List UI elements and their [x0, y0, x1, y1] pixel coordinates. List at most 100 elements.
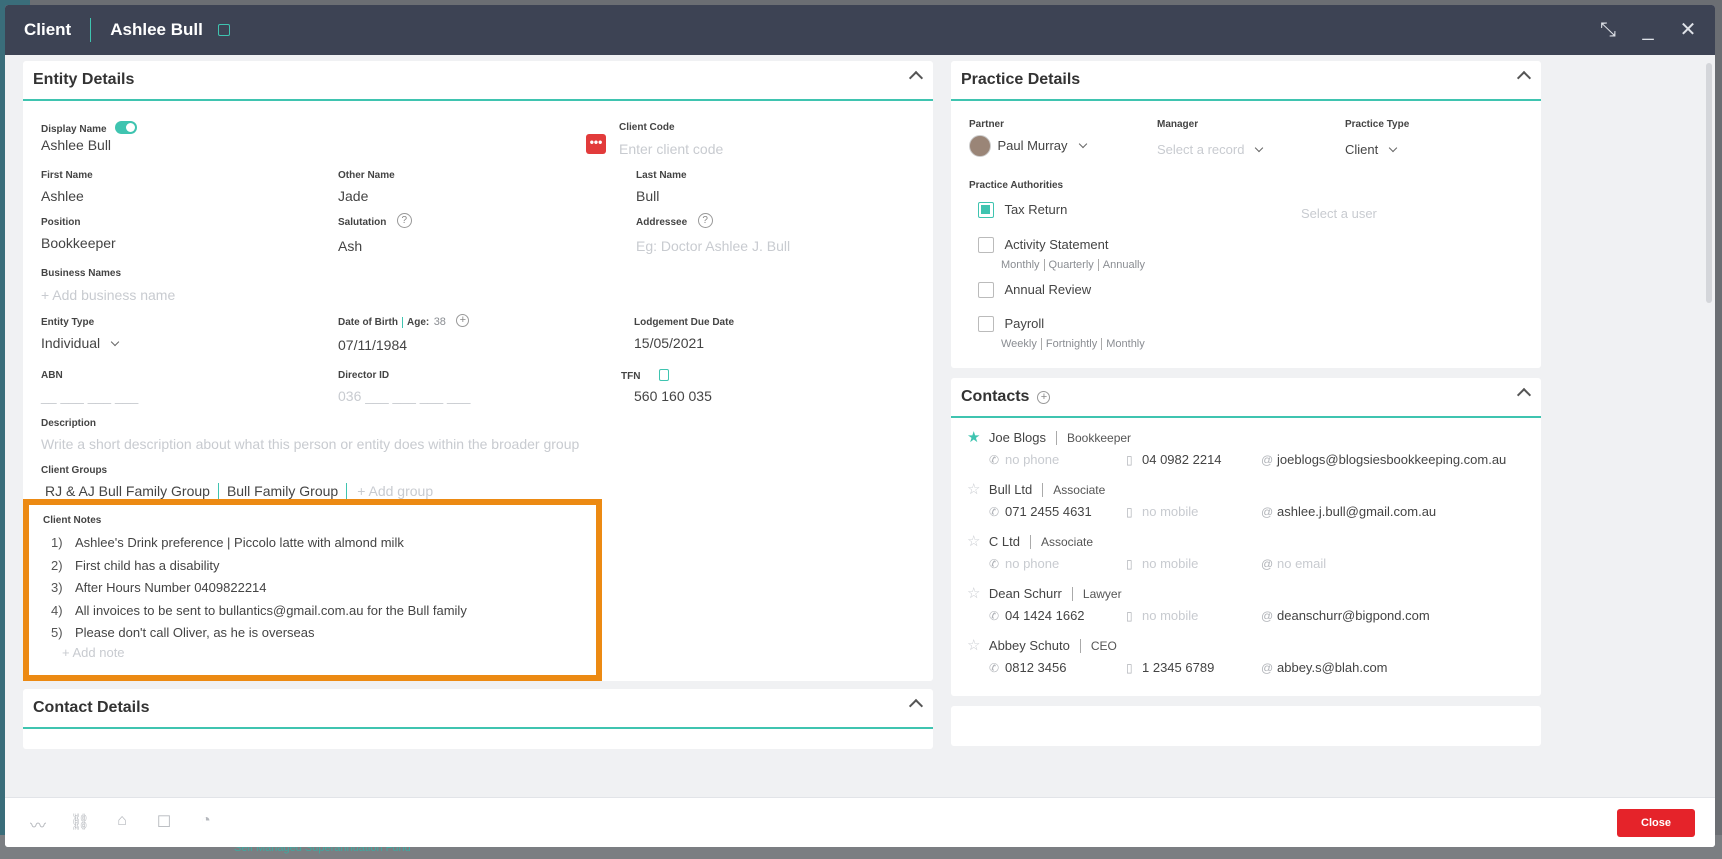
tax-return-checkbox[interactable] — [978, 201, 994, 218]
star-icon[interactable]: ☆ — [967, 533, 980, 550]
collapse-icon[interactable]: ⤡ — [1597, 19, 1619, 41]
first-name-value[interactable]: Ashlee — [41, 188, 84, 204]
client-note-item[interactable]: 5) Please don't call Oliver, as he is ove… — [51, 625, 315, 640]
tfn-value[interactable]: 560 160 035 — [634, 388, 712, 404]
contacts-header: Contacts + — [951, 378, 1541, 418]
addressee-input[interactable]: Eg: Doctor Ashlee J. Bull — [636, 238, 790, 254]
partner-select[interactable]: Paul Murray — [997, 138, 1067, 153]
collapse-chevron-icon[interactable] — [1516, 387, 1532, 403]
close-icon[interactable]: ✕ — [1677, 19, 1699, 41]
scrollbar[interactable] — [1706, 63, 1712, 303]
star-icon[interactable]: ☆ — [967, 585, 980, 602]
payroll-frequency-options[interactable]: Weekly Fortnightly Monthly — [1001, 338, 1149, 350]
abn-input[interactable]: __ ___ ___ ___ — [41, 388, 138, 404]
client-note-item[interactable]: 1) Ashlee's Drink preference | Piccolo la… — [51, 535, 404, 550]
contact-name[interactable]: Abbey Schuto — [989, 638, 1070, 653]
timer-icon[interactable]: ◔ — [195, 812, 217, 834]
phone-icon: ✆ — [989, 661, 1000, 675]
abn-label: ABN — [41, 370, 63, 381]
client-group-tag[interactable]: RJ & AJ Bull Family Group — [37, 483, 219, 499]
salutation-value[interactable]: Ash — [338, 238, 362, 254]
first-name-label: First Name — [41, 170, 93, 181]
email-icon: @ — [1261, 557, 1274, 571]
more-options-icon[interactable]: ••• — [586, 134, 606, 154]
authority-label: Annual Review — [1004, 282, 1092, 297]
help-icon[interactable]: ? — [697, 213, 713, 229]
collapse-chevron-icon[interactable] — [908, 698, 924, 714]
other-name-value[interactable]: Jade — [338, 188, 368, 204]
chevron-down-icon[interactable] — [1078, 139, 1087, 149]
annual-review-checkbox[interactable] — [978, 281, 994, 298]
contact-phone: ✆ no phone — [989, 452, 1060, 467]
close-button[interactable]: Close — [1617, 809, 1695, 837]
contact-details-header: Contact Details — [23, 689, 933, 729]
authority-label: Activity Statement — [1004, 237, 1109, 252]
comments-icon[interactable]: ☐ — [153, 812, 175, 834]
add-icon[interactable]: + — [456, 314, 470, 328]
contact-email[interactable]: @ ashlee.j.bull@gmail.com.au — [1261, 504, 1436, 519]
contact-email[interactable]: @ abbey.s@blah.com — [1261, 660, 1388, 675]
add-group-button[interactable]: + Add group — [357, 483, 433, 499]
mobile-icon: ▯ — [1126, 557, 1133, 571]
last-name-value[interactable]: Bull — [636, 188, 659, 204]
phone-icon: ✆ — [989, 453, 1000, 467]
minimize-icon[interactable]: _ — [1637, 19, 1659, 41]
add-business-name-button[interactable]: + Add business name — [41, 287, 175, 303]
contact-name[interactable]: Joe Blogs — [989, 430, 1046, 445]
entity-type-select[interactable]: Individual — [41, 335, 100, 351]
payroll-checkbox[interactable] — [978, 315, 994, 332]
mobile-icon: ▯ — [1126, 453, 1133, 467]
help-icon[interactable]: ? — [396, 213, 412, 229]
director-id-label: Director ID — [338, 370, 390, 381]
addressee-label: Addressee — [636, 217, 688, 228]
collapse-chevron-icon[interactable] — [1516, 70, 1532, 86]
lodgement-label: Lodgement Due Date — [634, 317, 735, 328]
collapse-chevron-icon[interactable] — [908, 70, 924, 86]
client-code-input[interactable]: Enter client code — [619, 141, 723, 157]
tag-icon[interactable]: ⌂ — [111, 812, 133, 834]
star-icon[interactable]: ☆ — [967, 637, 980, 654]
practice-type-select[interactable]: Client — [1345, 142, 1378, 157]
activity-statement-checkbox[interactable] — [978, 236, 994, 253]
display-name-value[interactable]: Ashlee Bull — [41, 137, 111, 153]
contact-role: Lawyer — [1071, 587, 1122, 601]
copy-icon[interactable] — [658, 368, 669, 381]
client-code-label: Client Code — [619, 122, 675, 133]
client-note-item[interactable]: 3) After Hours Number 0409822214 — [51, 580, 267, 595]
contact-name[interactable]: C Ltd — [989, 534, 1020, 549]
lodgement-value[interactable]: 15/05/2021 — [634, 335, 704, 351]
contact-email[interactable]: @ deanschurr@bigpond.com — [1261, 608, 1430, 623]
chevron-down-icon[interactable] — [110, 337, 120, 347]
activity-frequency-options[interactable]: Monthly Quarterly Annually — [1001, 259, 1149, 271]
contact-name[interactable]: Dean Schurr — [989, 586, 1062, 601]
contact-name[interactable]: Bull Ltd — [989, 482, 1032, 497]
select-user-input[interactable]: Select a user — [1301, 206, 1377, 221]
director-id-input[interactable]: 036 ___ ___ ___ ___ — [338, 388, 470, 404]
add-contact-icon[interactable]: + — [1037, 390, 1051, 404]
client-group-tag[interactable]: Bull Family Group — [219, 483, 348, 499]
activity-icon[interactable]: 〰 — [27, 812, 49, 835]
star-icon[interactable]: ★ — [967, 429, 980, 446]
manager-select[interactable]: Select a record — [1157, 142, 1244, 157]
modal-header: Client Ashlee Bull ⤡ _ ✕ — [5, 5, 1715, 55]
client-note-item[interactable]: 2) First child has a disability — [51, 558, 220, 573]
chevron-down-icon[interactable] — [1255, 143, 1264, 153]
description-label: Description — [41, 418, 97, 429]
chevron-down-icon[interactable] — [1389, 143, 1398, 153]
display-name-label: Display Name — [41, 124, 107, 135]
position-value[interactable]: Bookkeeper — [41, 235, 116, 251]
contact-email[interactable]: @ no email — [1261, 556, 1326, 571]
avatar — [969, 135, 991, 157]
link-icon[interactable]: ⛓ — [69, 812, 91, 834]
client-note-item[interactable]: 4) All invoices to be sent to bullantics@… — [51, 603, 467, 618]
other-name-label: Other Name — [338, 170, 395, 181]
display-name-toggle[interactable] — [115, 121, 138, 135]
star-icon[interactable]: ☆ — [967, 481, 980, 498]
contacts-panel: Contacts + ★ Joe Blogs Bookkeeper ✆ no pho… — [951, 378, 1541, 696]
email-icon: @ — [1261, 453, 1274, 467]
dob-value[interactable]: 07/11/1984 — [338, 337, 407, 353]
open-external-icon[interactable] — [217, 24, 230, 36]
contact-email[interactable]: @ joeblogs@blogsiesbookkeeping.com.au — [1261, 452, 1506, 467]
add-note-button[interactable]: + Add note — [62, 645, 125, 660]
description-input[interactable]: Write a short description about what thi… — [41, 436, 579, 452]
